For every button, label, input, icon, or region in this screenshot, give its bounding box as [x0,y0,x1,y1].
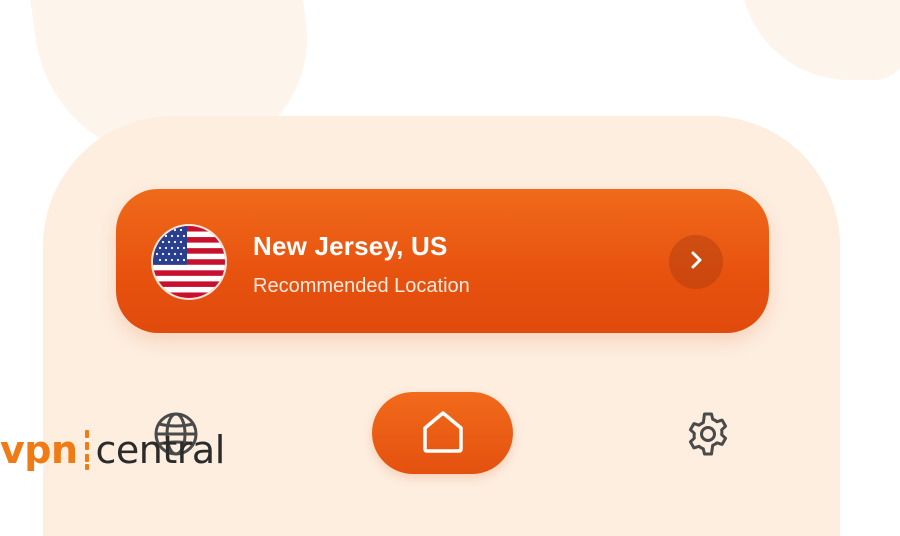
gear-icon [684,412,732,462]
location-select-button[interactable] [669,235,723,289]
home-icon [418,406,468,461]
nav-home-button[interactable] [372,392,513,474]
background-shape-right [740,0,900,80]
location-subtitle: Recommended Location [253,275,470,297]
watermark-vpn: vpn [0,428,78,472]
watermark-divider-icon [80,428,94,472]
chevron-right-icon [685,249,707,276]
us-flag-icon [153,226,225,298]
vpncentral-watermark: vpn central [0,420,225,480]
recommended-location-card[interactable]: New Jersey, US Recommended Location [116,189,769,333]
location-title: New Jersey, US [253,231,448,261]
watermark-central: central [95,428,226,472]
nav-settings-button[interactable] [684,410,732,458]
